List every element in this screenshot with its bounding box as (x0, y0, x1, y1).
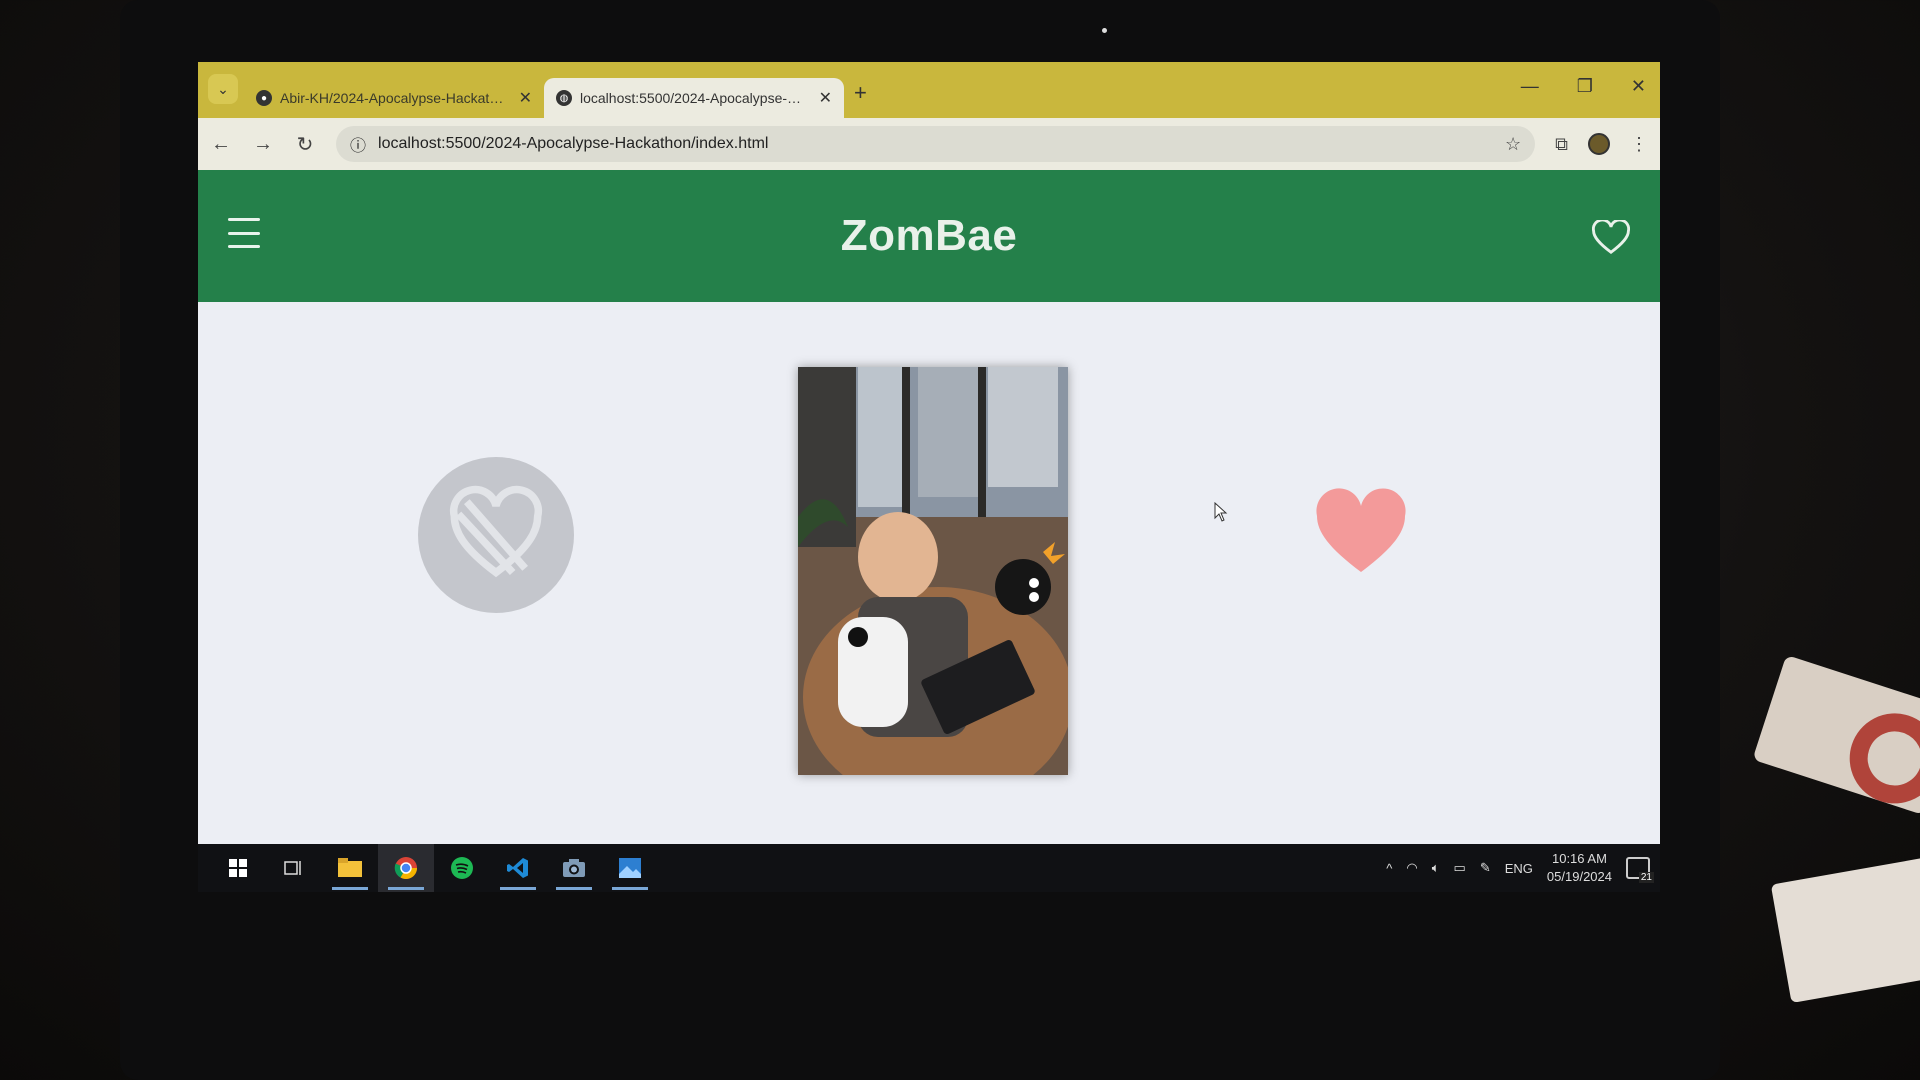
mouse-cursor-icon (1214, 502, 1228, 522)
minimize-icon[interactable]: — (1521, 76, 1539, 97)
desk-paper (1770, 857, 1920, 1003)
globe-icon: ◍ (556, 90, 572, 106)
profile-avatar[interactable] (1588, 133, 1610, 155)
swipe-area (198, 302, 1660, 892)
profile-photo[interactable] (798, 367, 1068, 775)
tab-label: localhost:5500/2024-Apocalypse-Hackathon… (580, 90, 811, 106)
tab-github[interactable]: ● Abir-KH/2024-Apocalypse-Hackathon ✕ (244, 78, 544, 118)
hamburger-menu-icon[interactable] (228, 218, 260, 248)
browser-toolbar: ← → ↻ ⓘ localhost:5500/2024-Apocalypse-H… (198, 118, 1660, 170)
url-text: localhost:5500/2024-Apocalypse-Hackathon… (378, 135, 769, 152)
chevron-up-icon[interactable]: ^ (1386, 861, 1392, 876)
extensions-icon[interactable]: ⧉ (1555, 134, 1568, 155)
close-icon[interactable]: ✕ (519, 88, 532, 108)
profile-photo-image (798, 367, 1068, 775)
reload-icon[interactable]: ↻ (294, 132, 316, 157)
notification-center-icon[interactable]: 21 (1626, 857, 1654, 883)
volume-icon[interactable]: 🔈︎ (1432, 860, 1440, 876)
taskbar: ^ ◠ 🔈︎ ▭ ✎ ENG 10:16 AM 05/19/2024 21 (198, 844, 1660, 892)
clock-date: 05/19/2024 (1546, 869, 1612, 884)
task-view-icon[interactable] (266, 844, 322, 892)
file-explorer-icon[interactable] (322, 844, 378, 892)
tab-strip: ⌄ ● Abir-KH/2024-Apocalypse-Hackathon ✕ … (198, 62, 1660, 118)
clock-time: 10:16 AM (1551, 851, 1607, 867)
battery-icon[interactable]: ▭ (1454, 860, 1466, 876)
address-bar[interactable]: ⓘ localhost:5500/2024-Apocalypse-Hackath… (336, 126, 1536, 162)
photos-icon[interactable] (602, 844, 658, 892)
clock[interactable]: 10:16 AM 05/19/2024 (1547, 850, 1612, 885)
chrome-icon[interactable] (378, 844, 434, 892)
broken-heart-icon (449, 485, 543, 578)
tab-localhost[interactable]: ◍ localhost:5500/2024-Apocalypse-Hackath… (544, 78, 844, 118)
vscode-icon[interactable] (490, 844, 546, 892)
github-icon: ● (256, 90, 272, 106)
site-info-icon[interactable]: ⓘ (350, 132, 366, 156)
webcam (1102, 28, 1107, 33)
like-heart-button[interactable] (1313, 487, 1409, 577)
system-tray: ^ ◠ 🔈︎ ▭ ✎ ENG 10:16 AM 05/19/2024 21 (1386, 850, 1660, 885)
dislike-button[interactable] (418, 457, 574, 613)
back-icon[interactable]: ← (210, 133, 232, 156)
pen-icon[interactable]: ✎ (1480, 860, 1491, 876)
bookmark-star-icon[interactable]: ☆ (1505, 134, 1521, 155)
close-window-icon[interactable]: ✕ (1631, 76, 1646, 97)
tab-label: Abir-KH/2024-Apocalypse-Hackathon (280, 90, 511, 106)
menu-kebab-icon[interactable]: ⋮ (1630, 134, 1648, 155)
app-header: ZomBae (198, 170, 1660, 302)
camera-icon[interactable] (546, 844, 602, 892)
desk-sticker (1752, 654, 1920, 816)
notification-count: 21 (1638, 872, 1654, 883)
tab-search-button[interactable]: ⌄ (208, 74, 238, 104)
new-tab-button[interactable]: + (854, 80, 867, 106)
language-indicator[interactable]: ENG (1505, 861, 1533, 876)
windows-start-icon[interactable] (210, 844, 266, 892)
wifi-icon[interactable]: ◠ (1406, 860, 1417, 876)
favorites-heart-icon[interactable] (1592, 220, 1630, 256)
screen: ⌄ ● Abir-KH/2024-Apocalypse-Hackathon ✕ … (198, 62, 1660, 892)
close-icon[interactable]: ✕ (819, 88, 832, 108)
app-title: ZomBae (840, 211, 1018, 260)
window-controls: — ❐ ✕ (1521, 76, 1646, 97)
forward-icon[interactable]: → (252, 133, 274, 156)
spotify-icon[interactable] (434, 844, 490, 892)
restore-icon[interactable]: ❐ (1577, 76, 1593, 97)
